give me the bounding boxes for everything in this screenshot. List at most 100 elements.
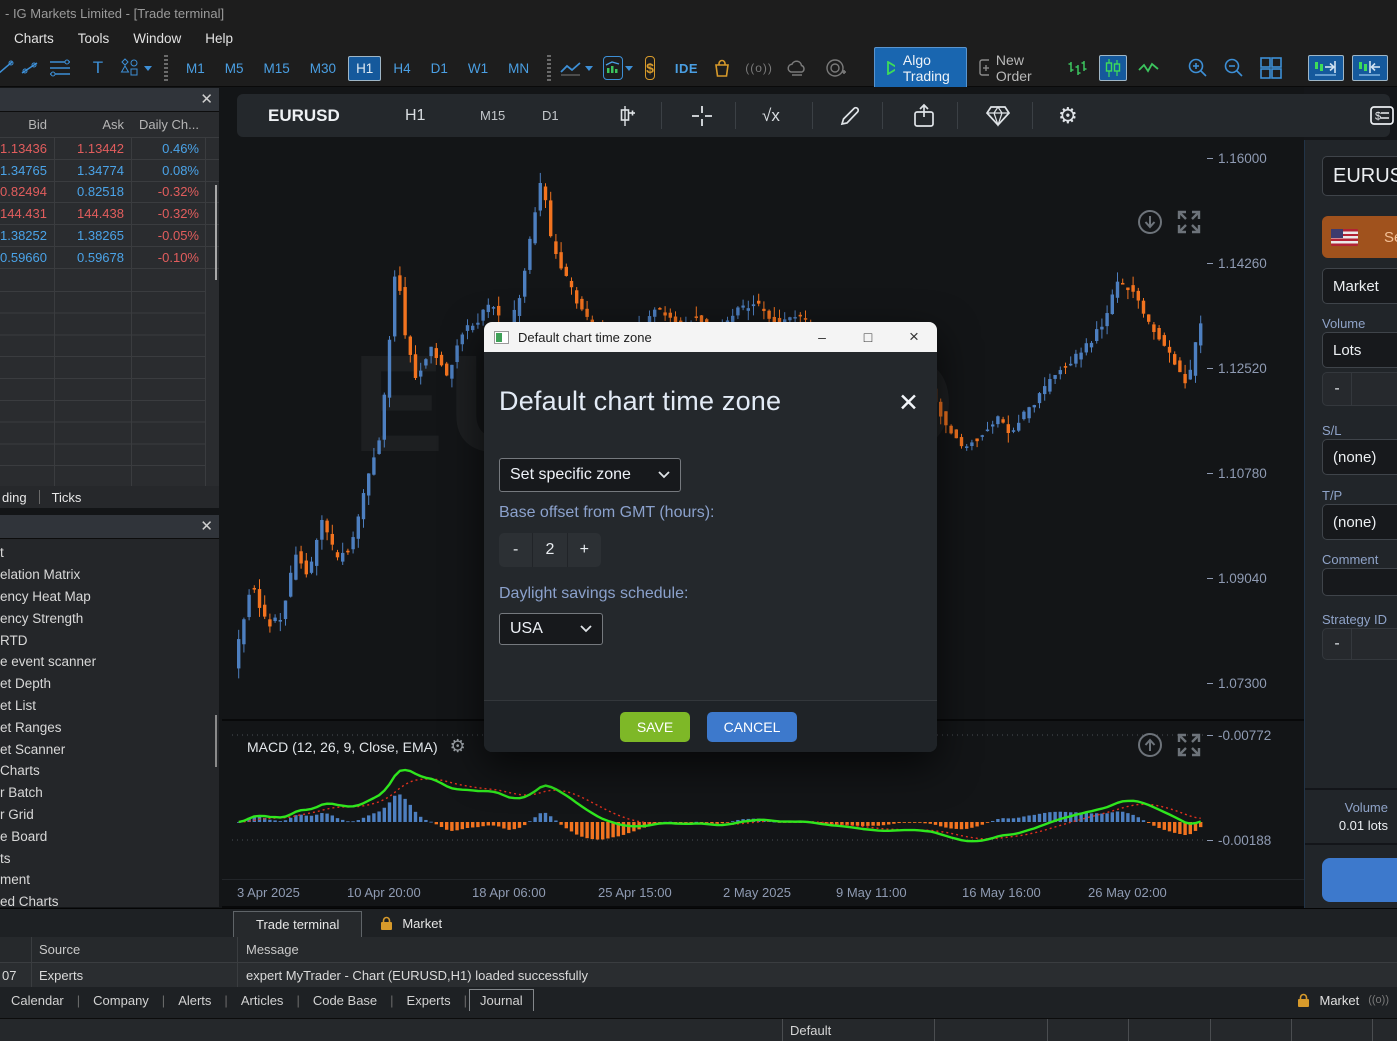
list-item[interactable]: ment <box>0 869 219 891</box>
minus-button[interactable]: - <box>1323 629 1352 659</box>
sl-input[interactable]: (none) <box>1322 439 1397 475</box>
menu-item[interactable]: Help <box>205 31 233 46</box>
zoom-out-icon[interactable] <box>1222 54 1246 82</box>
place-order-button[interactable] <box>1322 858 1397 902</box>
chart-settings-gear-icon[interactable]: ⚙ <box>1058 94 1078 137</box>
ide-button[interactable]: IDE <box>675 61 698 76</box>
copy-trading-icon[interactable] <box>824 54 848 82</box>
comment-input[interactable] <box>1322 568 1397 596</box>
increment-button[interactable]: + <box>568 533 601 567</box>
toolbar-drag-handle-2[interactable] <box>547 55 551 81</box>
upload-data-icon[interactable] <box>1137 732 1163 758</box>
signals-icon[interactable]: ((o)) <box>747 54 771 82</box>
table-row[interactable]: 1.13436 1.13442 0.46% <box>0 138 219 160</box>
timeframe-button[interactable]: D1 <box>423 56 456 81</box>
market-bag-icon[interactable] <box>710 54 734 82</box>
premium-diamond-icon[interactable] <box>984 94 1012 137</box>
list-item[interactable]: et Ranges <box>0 716 219 738</box>
timeframe-button[interactable]: MN <box>500 56 537 81</box>
tab-calendar[interactable]: Calendar <box>0 989 75 1012</box>
market-watch-header[interactable]: ✕ <box>0 88 219 112</box>
timeframe-button[interactable]: M5 <box>217 56 252 81</box>
indicators-icon[interactable]: √x <box>762 94 780 137</box>
trendline-icon[interactable] <box>18 54 42 82</box>
bar-chart-mode-icon[interactable] <box>1065 54 1089 82</box>
list-item[interactable]: r Batch <box>0 782 219 804</box>
tab-market[interactable]: Market <box>380 916 442 931</box>
cloud-icon[interactable] <box>785 54 809 82</box>
menu-item[interactable]: Window <box>133 31 181 46</box>
tab-trade-terminal[interactable]: Trade terminal <box>233 911 362 937</box>
chart-symbol[interactable]: EURUSD <box>268 94 340 137</box>
fib-lines-icon[interactable] <box>48 54 72 82</box>
chart-timeframe-d1[interactable]: D1 <box>542 94 559 137</box>
timeframe-button[interactable]: H1 <box>348 56 381 81</box>
line-chart-type-icon[interactable] <box>559 54 583 82</box>
line-mode-icon[interactable] <box>1137 54 1161 82</box>
list-item[interactable]: et List <box>0 695 219 717</box>
table-row[interactable]: 0.59660 0.59678 -0.10% <box>0 247 219 269</box>
cancel-button[interactable]: CANCEL <box>707 712 797 742</box>
list-item[interactable]: t <box>0 542 219 564</box>
journal-row[interactable]: 07 Experts expert MyTrader - Chart (EURU… <box>0 963 1397 987</box>
chart-type-caret[interactable] <box>585 66 593 71</box>
market-watch-column-headers[interactable]: BidAskDaily Ch... <box>0 112 219 138</box>
share-icon[interactable] <box>912 94 936 137</box>
table-row[interactable]: 1.34765 1.34774 0.08% <box>0 160 219 182</box>
tile-windows-icon[interactable] <box>1259 54 1283 82</box>
symbol-input[interactable]: EURUSD <box>1322 156 1397 196</box>
dst-select[interactable]: USA <box>499 613 603 645</box>
chart-timeframe-m15[interactable]: M15 <box>480 94 505 137</box>
dialog-title-bar[interactable]: Default chart time zone – □ × <box>484 322 937 352</box>
draw-pencil-icon[interactable] <box>838 94 862 137</box>
list-item[interactable]: RTD <box>0 629 219 651</box>
minus-button[interactable]: - <box>1323 373 1352 405</box>
list-item[interactable]: e Board <box>0 825 219 847</box>
tab-company[interactable]: Company <box>82 989 160 1012</box>
download-data-icon[interactable] <box>1137 209 1163 235</box>
decrement-button[interactable]: - <box>499 533 533 567</box>
volume-stepper[interactable]: - <box>1322 372 1397 406</box>
maximize-button[interactable]: □ <box>845 329 891 345</box>
order-type-select[interactable]: Market <box>1322 268 1397 304</box>
dialog-close-icon[interactable]: ✕ <box>898 388 919 418</box>
menu-item[interactable]: Tools <box>78 31 110 46</box>
list-item[interactable]: et Scanner <box>0 738 219 760</box>
table-row[interactable]: 144.431 144.438 -0.32% <box>0 203 219 225</box>
dollar-tool-icon[interactable]: $ <box>645 56 655 80</box>
save-button[interactable]: SAVE <box>620 712 690 742</box>
candle-mode-button[interactable] <box>1099 55 1127 81</box>
expand-chart-icon[interactable] <box>1176 209 1202 235</box>
minimize-button[interactable]: – <box>799 329 845 345</box>
tab-code-base[interactable]: Code Base <box>302 989 388 1012</box>
volume-units-select[interactable]: Lots <box>1322 332 1397 368</box>
close-button[interactable]: × <box>891 327 937 347</box>
table-row[interactable]: 1.38252 1.38265 -0.05% <box>0 225 219 247</box>
shapes-icon[interactable] <box>118 54 142 82</box>
timeframe-button[interactable]: H4 <box>385 56 418 81</box>
shapes-dropdown-caret[interactable] <box>144 66 152 71</box>
list-item[interactable]: et Depth <box>0 673 219 695</box>
algo-trading-button[interactable]: Algo Trading <box>874 47 967 89</box>
list-item[interactable]: Charts <box>0 760 219 782</box>
expand-macd-icon[interactable] <box>1176 732 1202 758</box>
indicator-panel-icon[interactable] <box>603 56 623 80</box>
zoom-in-icon[interactable] <box>1186 54 1210 82</box>
timeframe-button[interactable]: W1 <box>460 56 496 81</box>
timeframe-button[interactable]: M30 <box>302 56 344 81</box>
list-item[interactable]: e event scanner <box>0 651 219 673</box>
close-icon[interactable]: ✕ <box>200 90 213 108</box>
zone-mode-select[interactable]: Set specific zone <box>499 458 681 492</box>
toolbar-drag-handle[interactable] <box>164 55 168 81</box>
navigator-header[interactable]: ✕ <box>0 515 219 539</box>
crosshair-icon[interactable] <box>690 94 714 137</box>
tp-input[interactable]: (none) <box>1322 504 1397 540</box>
tab-trading[interactable]: ding <box>2 490 27 505</box>
interval-settings-icon[interactable] <box>617 94 639 137</box>
shift-from-end-button[interactable] <box>1352 55 1388 81</box>
list-item[interactable]: ts <box>0 847 219 869</box>
table-row[interactable]: 0.82494 0.82518 -0.32% <box>0 182 219 204</box>
menu-item[interactable]: Charts <box>14 31 54 46</box>
new-order-button[interactable]: New Order <box>971 48 1046 88</box>
sell-button[interactable]: Sell <box>1322 216 1397 258</box>
